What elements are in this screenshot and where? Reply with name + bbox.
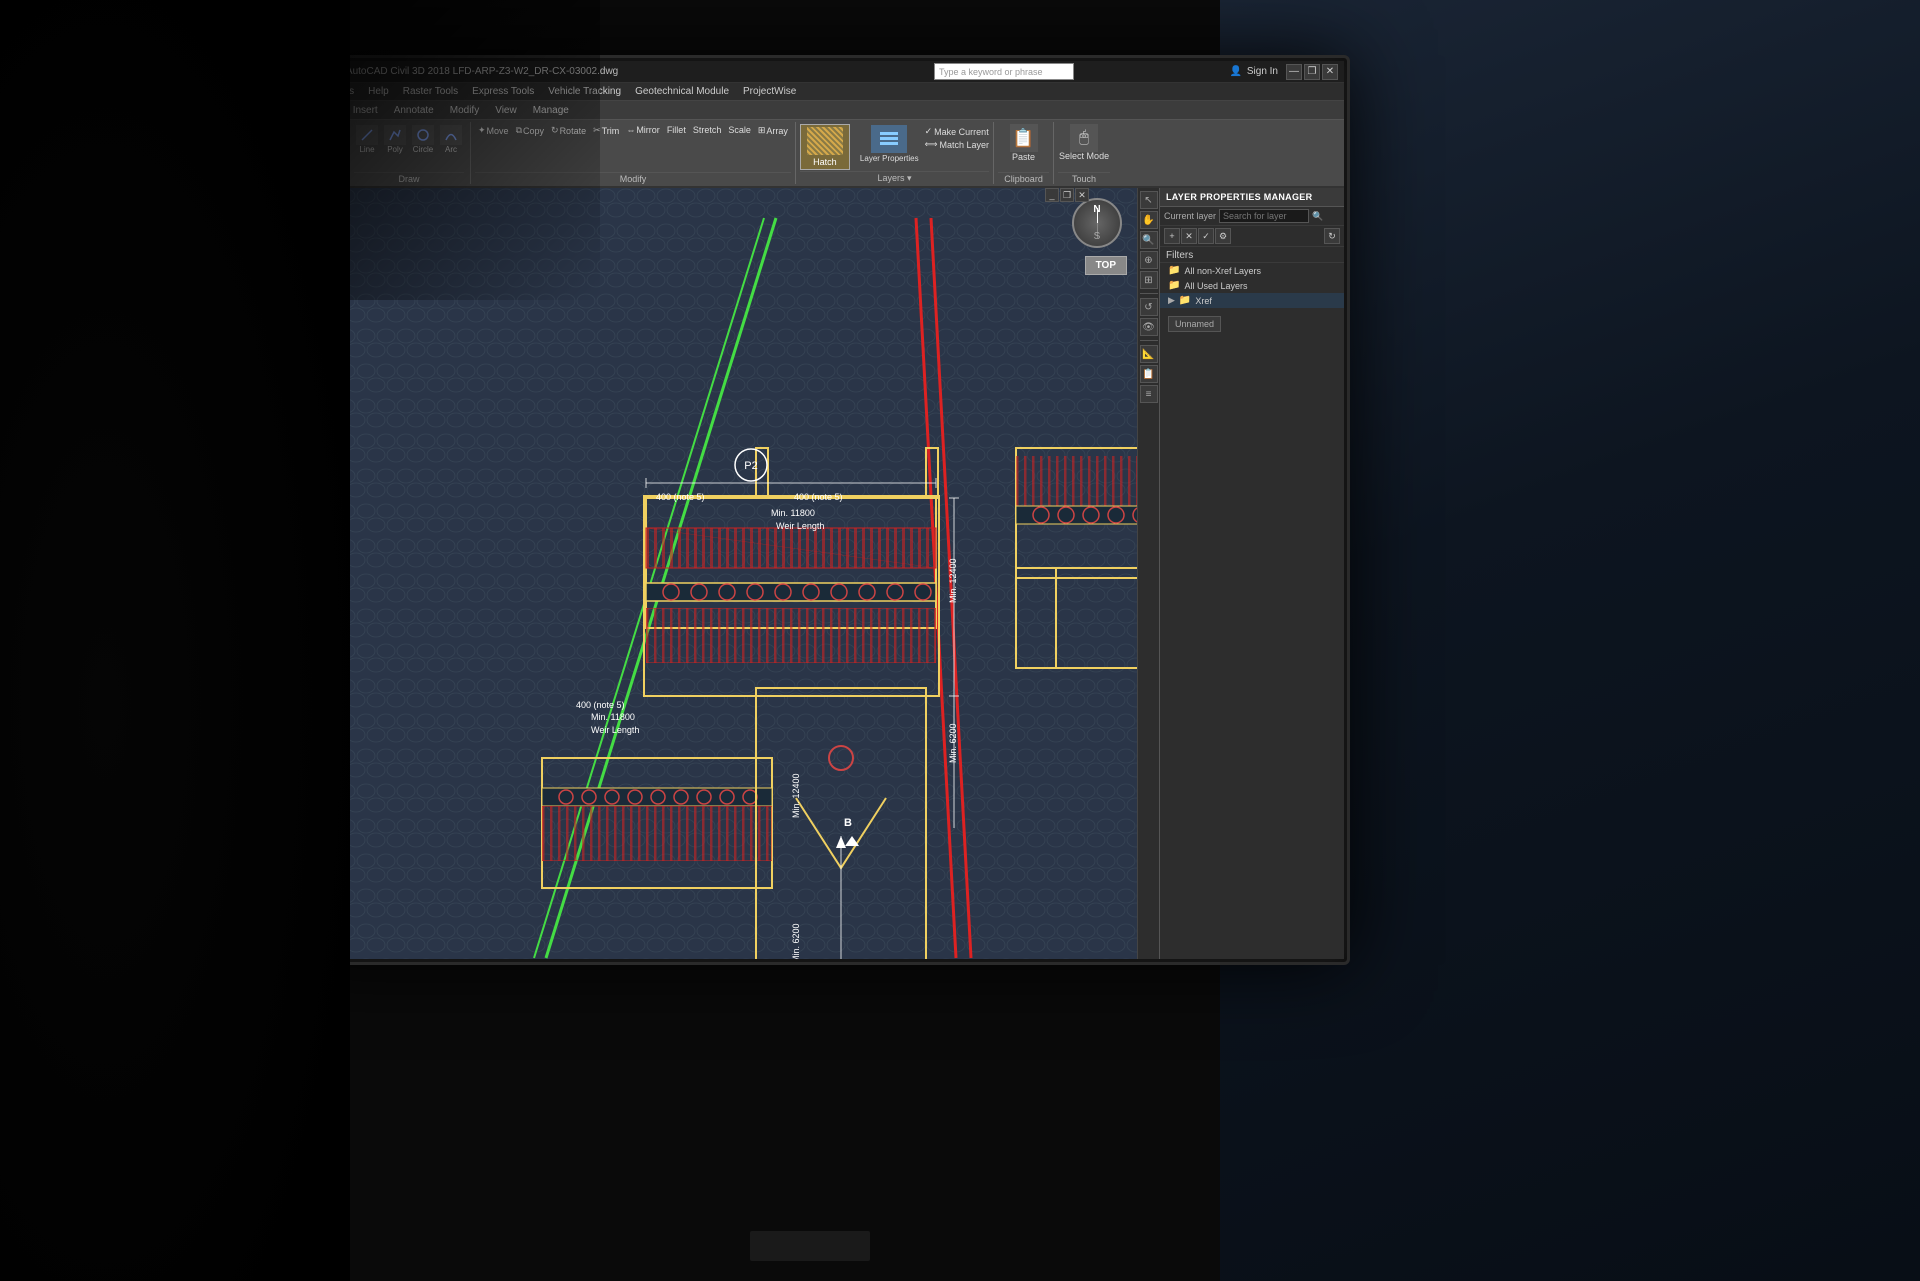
svg-text:Min. 6200: Min. 6200 [948, 723, 958, 763]
touch-group-label: Touch [1058, 172, 1110, 184]
layers-group-label: Layers ▾ [800, 171, 989, 184]
svg-text:Min. 11800: Min. 11800 [591, 712, 635, 722]
layer-current-btn[interactable]: ✓ [1198, 228, 1214, 244]
window-controls: — ❐ ✕ [1286, 64, 1338, 80]
stretch-btn[interactable]: Stretch [690, 124, 725, 136]
viewport-controls: _ ❐ ✕ [1045, 188, 1089, 202]
svg-text:400 (note 5): 400 (note 5) [576, 700, 625, 710]
unnamed-badge: Unnamed [1168, 316, 1221, 332]
tool-look[interactable]: 👁 [1140, 318, 1158, 336]
ribbon-group-clipboard: 📋 Paste Clipboard [994, 122, 1054, 184]
layer-item-all-nonxref[interactable]: 📁 All non-Xref Layers [1160, 263, 1344, 278]
tool-orbit[interactable]: ↺ [1140, 298, 1158, 316]
array-btn[interactable]: ⊞ Array [755, 124, 791, 137]
layer-properties-button[interactable]: Layer Properties [857, 124, 922, 165]
clipboard-group-label: Clipboard [998, 172, 1049, 184]
layer-item-label-2: All Used Layers [1184, 281, 1247, 291]
monitor-stand [750, 1231, 870, 1261]
make-current-btn[interactable]: ✓Make Current [925, 126, 989, 137]
svg-text:P2: P2 [744, 460, 757, 472]
menu-projectwise[interactable]: ProjectWise [737, 83, 802, 100]
mirror-btn[interactable]: ⇔ Mirror [623, 124, 663, 136]
layer-item-xref[interactable]: ▶ 📁 Xref [1160, 293, 1344, 308]
layer-folder-icon: 📁 [1168, 265, 1180, 276]
sign-in-button[interactable]: 👤 Sign In [1230, 66, 1278, 77]
cad-right-toolbar: ↖ ✋ 🔍 ⊕ ⊞ ↺ 👁 📐 📋 ≡ [1137, 188, 1159, 959]
tool-layers-icon[interactable]: ≡ [1140, 385, 1158, 403]
layer-folder-icon-3: 📁 [1179, 295, 1191, 306]
svg-text:B: B [844, 817, 852, 829]
viewport-close[interactable]: ✕ [1075, 188, 1089, 202]
layer-folder-icon-2: 📁 [1168, 280, 1180, 291]
tool-zoom-window[interactable]: ⊕ [1140, 251, 1158, 269]
svg-text:Min. 6200: Min. 6200 [791, 923, 801, 959]
layer-item-label: All non-Xref Layers [1184, 266, 1261, 276]
layer-filters-label: Filters [1160, 247, 1344, 263]
layer-item-all-used[interactable]: 📁 All Used Layers [1160, 278, 1344, 293]
scale-btn[interactable]: Scale [725, 124, 754, 136]
cad-main-area: P2 400 (note 5) 400 (note 5) Min. 11800 … [296, 188, 1344, 959]
tool-pan[interactable]: ✋ [1140, 211, 1158, 229]
hatch-button[interactable]: Hatch [800, 124, 850, 170]
svg-text:400 (note 5): 400 (note 5) [656, 492, 705, 502]
layer-settings-btn[interactable]: ⚙ [1215, 228, 1231, 244]
compass-s-label: S [1094, 231, 1101, 242]
layer-panel-title: LAYER PROPERTIES MANAGER [1160, 188, 1344, 207]
fillet-btn[interactable]: Fillet [664, 124, 689, 136]
search-placeholder: Type a keyword or phrase [939, 67, 1043, 77]
tool-measure[interactable]: 📐 [1140, 345, 1158, 363]
top-view-button[interactable]: TOP [1085, 256, 1127, 275]
tool-zoom[interactable]: 🔍 [1140, 231, 1158, 249]
layer-current-row: Current layer 🔍 [1160, 207, 1344, 226]
ribbon-group-touch: 🖱 Select Mode Touch [1054, 122, 1114, 184]
paste-button[interactable]: 📋 Paste [998, 124, 1049, 162]
layer-properties-panel: LAYER PROPERTIES MANAGER Current layer 🔍… [1159, 188, 1344, 959]
search-box[interactable]: Type a keyword or phrase [934, 63, 1074, 80]
layer-refresh-btn[interactable]: ↻ [1324, 228, 1340, 244]
layer-panel-icons: + ✕ ✓ ⚙ ↻ [1160, 226, 1344, 247]
ribbon-group-layers: Hatch Layer Properties [796, 122, 994, 184]
compass[interactable]: N S [1072, 198, 1122, 248]
layer-delete-btn[interactable]: ✕ [1181, 228, 1197, 244]
svg-text:Weir Length: Weir Length [776, 521, 824, 531]
compass-n-label: N [1093, 204, 1100, 215]
cad-drawing[interactable]: P2 400 (note 5) 400 (note 5) Min. 11800 … [296, 188, 1137, 959]
layer-new-btn[interactable]: + [1164, 228, 1180, 244]
restore-button[interactable]: ❐ [1304, 64, 1320, 80]
match-layer-btn[interactable]: ⟺Match Layer [925, 139, 989, 150]
tool-properties[interactable]: 📋 [1140, 365, 1158, 383]
svg-text:Min. 12400: Min. 12400 [948, 558, 958, 603]
search-layer-icon: 🔍 [1312, 211, 1323, 222]
tool-zoom-extents[interactable]: ⊞ [1140, 271, 1158, 289]
minimize-button[interactable]: — [1286, 64, 1302, 80]
close-button[interactable]: ✕ [1322, 64, 1338, 80]
svg-text:Weir Length: Weir Length [591, 725, 639, 735]
layer-item-label-3: Xref [1195, 296, 1212, 306]
tool-select[interactable]: ↖ [1140, 191, 1158, 209]
svg-text:Min. 11800: Min. 11800 [771, 508, 815, 518]
cad-svg: P2 400 (note 5) 400 (note 5) Min. 11800 … [296, 188, 1137, 959]
select-mode-button[interactable]: 🖱 Select Mode [1059, 124, 1109, 162]
menu-geotechnical[interactable]: Geotechnical Module [629, 83, 735, 100]
viewport-minimize[interactable]: _ [1045, 188, 1059, 202]
person-icon: 👤 [1230, 66, 1242, 77]
svg-text:Min. 12400: Min. 12400 [791, 773, 801, 818]
svg-text:400 (note 5): 400 (note 5) [794, 492, 843, 502]
viewport-restore[interactable]: ❐ [1060, 188, 1074, 202]
layer-search-input[interactable] [1219, 209, 1309, 223]
